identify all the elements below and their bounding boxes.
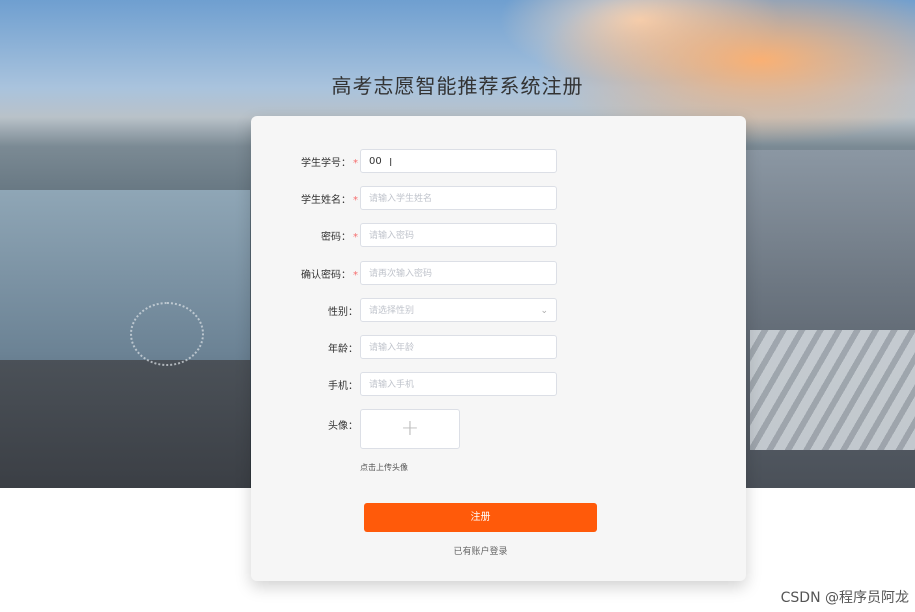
age-input[interactable]: 请输入年龄 (360, 335, 557, 359)
gender-label: 性别： (328, 307, 358, 318)
phone-input[interactable]: 请输入手机 (360, 372, 557, 396)
row-age: 年龄： 请输入年龄 (251, 335, 746, 361)
background-stadium-roof (750, 330, 915, 450)
password-input[interactable]: 请输入密码 (360, 223, 557, 247)
ferris-wheel-graphic (130, 302, 204, 366)
required-mark: * (353, 195, 358, 206)
required-mark: * (353, 158, 358, 169)
login-link[interactable]: 已有账户登录 (364, 544, 597, 557)
plus-icon: + (400, 416, 420, 441)
required-mark: * (353, 232, 358, 243)
confirm-password-input[interactable]: 请再次输入密码 (360, 261, 557, 285)
row-password: 密码： * 请输入密码 (251, 223, 746, 249)
row-gender: 性别： 请选择性别 ⌄ (251, 298, 746, 324)
password-label: 密码： * (321, 232, 358, 243)
page-title: 高考志愿智能推荐系统注册 (331, 74, 584, 98)
row-student-id: 学生学号： * 00 I (251, 149, 746, 175)
avatar-label: 头像： (328, 421, 358, 432)
student-name-input[interactable]: 请输入学生姓名 (360, 186, 557, 210)
phone-label: 手机： (328, 381, 358, 392)
student-id-label: 学生学号： * (301, 158, 358, 169)
row-avatar: 头像： (251, 412, 746, 438)
row-student-name: 学生姓名： * 请输入学生姓名 (251, 186, 746, 212)
avatar-upload[interactable]: + (360, 409, 460, 449)
row-confirm-password: 确认密码： * 请再次输入密码 (251, 261, 746, 287)
register-button[interactable]: 注册 (364, 503, 597, 532)
register-card: 学生学号： * 00 I 学生姓名： * 请输入学生姓名 密码： * 请输入密码 确认… (251, 116, 746, 581)
watermark: CSDN @程序员阿龙 (780, 590, 909, 606)
age-label: 年龄： (328, 344, 358, 355)
row-phone: 手机： 请输入手机 (251, 372, 746, 398)
confirm-password-label: 确认密码： * (301, 270, 358, 281)
student-name-label: 学生姓名： * (301, 195, 358, 206)
chevron-down-icon: ⌄ (540, 306, 548, 316)
required-mark: * (353, 270, 358, 281)
text-cursor-icon: I (389, 156, 393, 169)
background-city-left (0, 360, 250, 488)
gender-select[interactable]: 请选择性别 ⌄ (360, 298, 557, 322)
avatar-upload-hint: 点击上传头像 (360, 463, 408, 472)
